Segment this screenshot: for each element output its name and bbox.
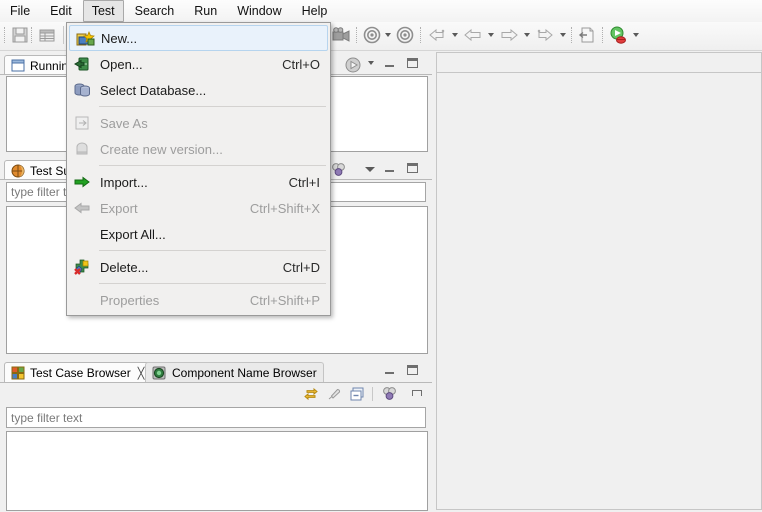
run-test-icon[interactable] [608,25,628,48]
tab-component-name-browser-label: Component Name Browser [172,366,317,380]
close-icon[interactable]: ╳ [138,367,145,380]
menu-separator [99,106,326,107]
step-forward-icon[interactable] [535,25,555,48]
maximize-glyph[interactable] [407,163,418,173]
tab-test-case-browser[interactable]: Test Case Browser ╳ [4,362,152,383]
minimize-glyph[interactable] [385,62,394,67]
menu-item-create-new-version: Create new version... [67,136,330,162]
tab-test-case-browser-label: Test Case Browser [30,366,131,380]
save-as-icon [72,114,92,132]
view-menu-icon[interactable] [412,390,422,396]
menu-item-delete-label: Delete... [100,259,149,275]
back-icon[interactable] [463,25,483,48]
test-case-icon [11,366,25,380]
step-back-icon[interactable] [427,25,447,48]
menu-separator [99,165,326,166]
export-arrow-icon [72,199,92,217]
import-arrow-icon [72,173,92,191]
editor-content[interactable] [436,72,762,510]
tab-component-name-browser[interactable]: Component Name Browser [145,362,324,383]
menu-search[interactable]: Search [126,0,184,22]
collapse-all-icon[interactable] [349,386,365,405]
application-window: File Edit Test Search Run Window Help Ru… [0,0,762,512]
maximize-glyph[interactable] [407,365,418,375]
editor-area [434,52,762,512]
table-icon[interactable] [37,25,57,48]
menu-help[interactable]: Help [293,0,337,22]
target2-icon[interactable] [395,25,415,48]
menu-separator [99,250,326,251]
open-icon [72,55,92,73]
new-icon [75,30,95,48]
editor-tabstrip[interactable] [436,52,762,72]
menu-item-new[interactable]: New... [69,25,328,51]
menu-item-open[interactable]: Open... Ctrl+O [67,51,330,77]
menu-item-open-label: Open... [100,56,143,72]
test-case-filter-placeholder: type filter text [11,410,83,425]
menu-item-export-all[interactable]: Export All... [67,221,330,247]
menu-item-create-new-version-label: Create new version... [100,141,223,157]
menu-item-properties-shortcut: Ctrl+Shift+P [249,292,320,308]
pin-icon[interactable] [326,386,342,405]
menu-bar: File Edit Test Search Run Window Help [0,0,762,23]
run-view-chevron-down-icon[interactable] [368,61,374,65]
target-icon[interactable] [362,25,382,48]
menu-item-select-database[interactable]: Select Database... [67,77,330,103]
view-menu-chevron-icon[interactable] [365,167,375,172]
test-suite-icon [11,164,25,178]
menu-item-import-label: Import... [100,174,148,190]
database-icon [72,81,92,99]
menu-file[interactable]: File [1,0,39,22]
menu-run[interactable]: Run [185,0,226,22]
minimize-glyph[interactable] [385,167,394,172]
menu-item-new-label: New... [101,30,138,46]
menu-item-export: Export Ctrl+Shift+X [67,195,330,221]
menu-item-delete[interactable]: Delete... Ctrl+D [67,254,330,280]
link-with-editor-icon[interactable] [303,386,319,405]
save-icon[interactable] [10,25,30,48]
menu-item-properties: Properties Ctrl+Shift+P [67,287,330,313]
menu-item-delete-shortcut: Ctrl+D [282,259,320,275]
menu-item-export-label: Export [100,200,138,216]
menu-test[interactable]: Test [82,0,124,22]
export-page-icon[interactable] [577,25,597,48]
forward-icon[interactable] [499,25,519,48]
menu-item-save-as-label: Save As [100,115,148,131]
menu-item-import[interactable]: Import... Ctrl+I [67,169,330,195]
menu-item-open-shortcut: Ctrl+O [282,56,320,72]
minimize-glyph[interactable] [385,369,394,374]
delete-icon [72,258,92,276]
test-case-filter-input[interactable]: type filter text [6,407,426,428]
component-name-icon [152,366,166,380]
menu-window[interactable]: Window [228,0,290,22]
maximize-glyph[interactable] [407,58,418,68]
camera-icon[interactable] [331,25,351,48]
filter-profiles-icon[interactable] [381,386,399,405]
test-case-tree[interactable] [6,431,428,511]
window-icon [11,59,25,72]
menu-edit[interactable]: Edit [41,0,81,22]
version-icon [72,140,92,158]
menu-item-properties-label: Properties [100,292,160,308]
test-case-browser-view: Test Case Browser ╳ Component Name Brows… [0,360,432,512]
menu-item-export-shortcut: Ctrl+Shift+X [249,200,320,216]
menu-item-select-database-label: Select Database... [100,82,207,98]
menu-item-import-shortcut: Ctrl+I [288,174,320,190]
test-menu-dropdown: New... Open... Ctrl+O Select Database...… [66,22,331,316]
menu-separator [99,283,326,284]
menu-item-export-all-label: Export All... [100,226,166,242]
menu-item-save-as: Save As [67,110,330,136]
